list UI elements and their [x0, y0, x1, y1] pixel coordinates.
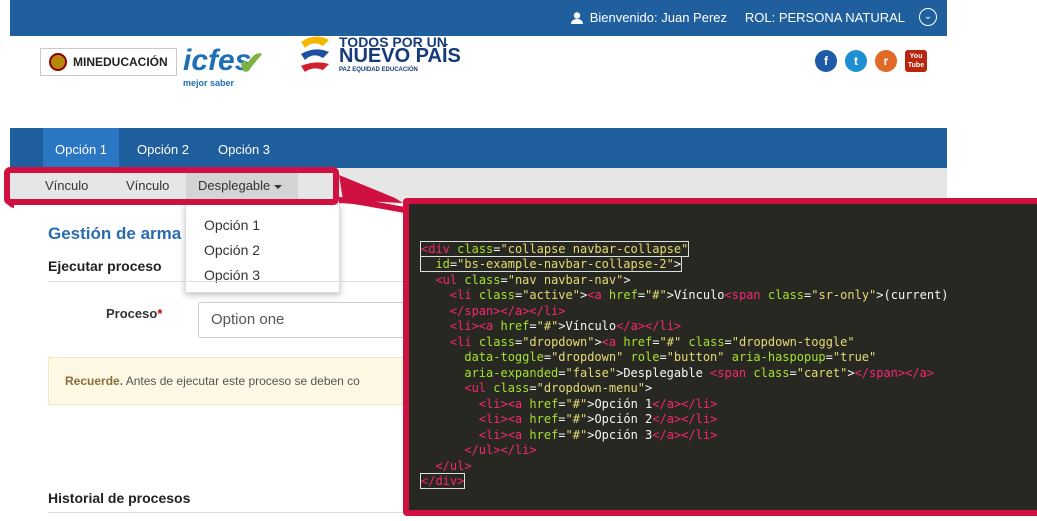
- code-line-14: </ul></li>: [464, 443, 537, 457]
- code-block: <div class="collapse navbar-collapse" id…: [419, 226, 949, 505]
- social-links: f t r You Tube: [815, 50, 927, 72]
- code-line-10: <ul class="dropdown-menu">: [464, 381, 653, 395]
- divider: [48, 512, 408, 513]
- code-panel: <div class="collapse navbar-collapse" id…: [403, 198, 1037, 516]
- seal-icon: [49, 53, 67, 71]
- check-icon: ✔: [238, 45, 265, 81]
- section-title-ejecutar: Ejecutar proceso: [48, 258, 162, 274]
- code-line-4: <li class="active"><a href="#">Vínculo<s…: [449, 288, 949, 302]
- code-line-9: aria-expanded="false">Desplegable <span …: [464, 365, 935, 380]
- code-line-1: <div class="collapse navbar-collapse": [419, 240, 690, 257]
- top-bar: Bienvenido: Juan Perez ROL: PERSONA NATU…: [10, 0, 947, 36]
- dropdown-option-2[interactable]: Opción 2: [204, 242, 260, 258]
- user-info[interactable]: Bienvenido: Juan Perez: [570, 10, 727, 25]
- nav-item-opcion-2[interactable]: Opción 2: [125, 128, 201, 168]
- mineducacion-text: MINEDUCACIÓN: [73, 55, 168, 69]
- nuevo-pais-logo[interactable]: TODOS POR UN NUEVO PAÍS PAZ EQUIDAD EDUC…: [297, 32, 461, 80]
- code-line-16: </div>: [419, 473, 466, 489]
- code-line-8: data-toggle="dropdown" role="button" ari…: [464, 350, 877, 364]
- process-label: Proceso*: [106, 306, 162, 321]
- reminder-alert: Recuerde. Antes de ejecutar este proceso…: [48, 357, 418, 405]
- youtube-icon[interactable]: You Tube: [905, 50, 927, 72]
- facebook-icon[interactable]: f: [815, 50, 837, 72]
- icfes-sub-text: mejor saber: [183, 78, 235, 88]
- alert-text: Antes de ejecutar este proceso se deben …: [123, 374, 360, 388]
- code-line-3: <ul class="nav navbar-nav">: [435, 272, 631, 287]
- user-icon: [570, 11, 583, 24]
- code-line-7: <li class="dropdown"><a href="#" class="…: [449, 334, 855, 349]
- dropdown-option-1[interactable]: Opción 1: [204, 217, 260, 233]
- code-line-6: <li><a href="#">Vínculo</a></li>: [449, 319, 682, 333]
- nav-item-opcion-3[interactable]: Opción 3: [206, 128, 282, 168]
- rss-icon[interactable]: r: [875, 50, 897, 72]
- required-marker: *: [157, 306, 163, 321]
- code-line-15: </ul>: [435, 458, 472, 473]
- section-title-historial: Historial de procesos: [48, 490, 191, 506]
- dropdown-menu: Opción 1 Opción 2 Opción 3: [185, 204, 340, 293]
- nuevo-pais-mark-icon: [301, 36, 329, 72]
- page-title: Gestión de arma: [48, 224, 182, 243]
- process-select[interactable]: Option one: [198, 302, 413, 338]
- role-text: ROL: PERSONA NATURAL: [744, 10, 905, 25]
- mineducacion-logo[interactable]: MINEDUCACIÓN: [40, 48, 177, 76]
- highlight-box: [4, 167, 339, 205]
- main-nav: Opción 1 Opción 2 Opción 3: [10, 128, 947, 168]
- twitter-icon[interactable]: t: [845, 50, 867, 72]
- pais-line2: NUEVO PAÍS: [339, 45, 461, 67]
- process-label-text: Proceso: [106, 306, 158, 321]
- divider: [48, 281, 408, 282]
- code-line-13: <li><a href="#">Opción 3</a></li>: [478, 427, 718, 442]
- code-line-2: id="bs-example-navbar-collapse-2">: [419, 256, 683, 272]
- welcome-text: Bienvenido: Juan Perez: [589, 10, 727, 25]
- nav-item-opcion-1[interactable]: Opción 1: [43, 128, 120, 168]
- code-line-11: <li><a href="#">Opción 1</a></li>: [478, 396, 718, 411]
- code-line-12: <li><a href="#">Opción 2</a></li>: [478, 412, 718, 426]
- code-line-5: </span></a></li>: [449, 303, 566, 318]
- chevron-down-icon[interactable]: ⌄: [919, 8, 937, 26]
- alert-bold-text: Recuerde.: [65, 374, 124, 388]
